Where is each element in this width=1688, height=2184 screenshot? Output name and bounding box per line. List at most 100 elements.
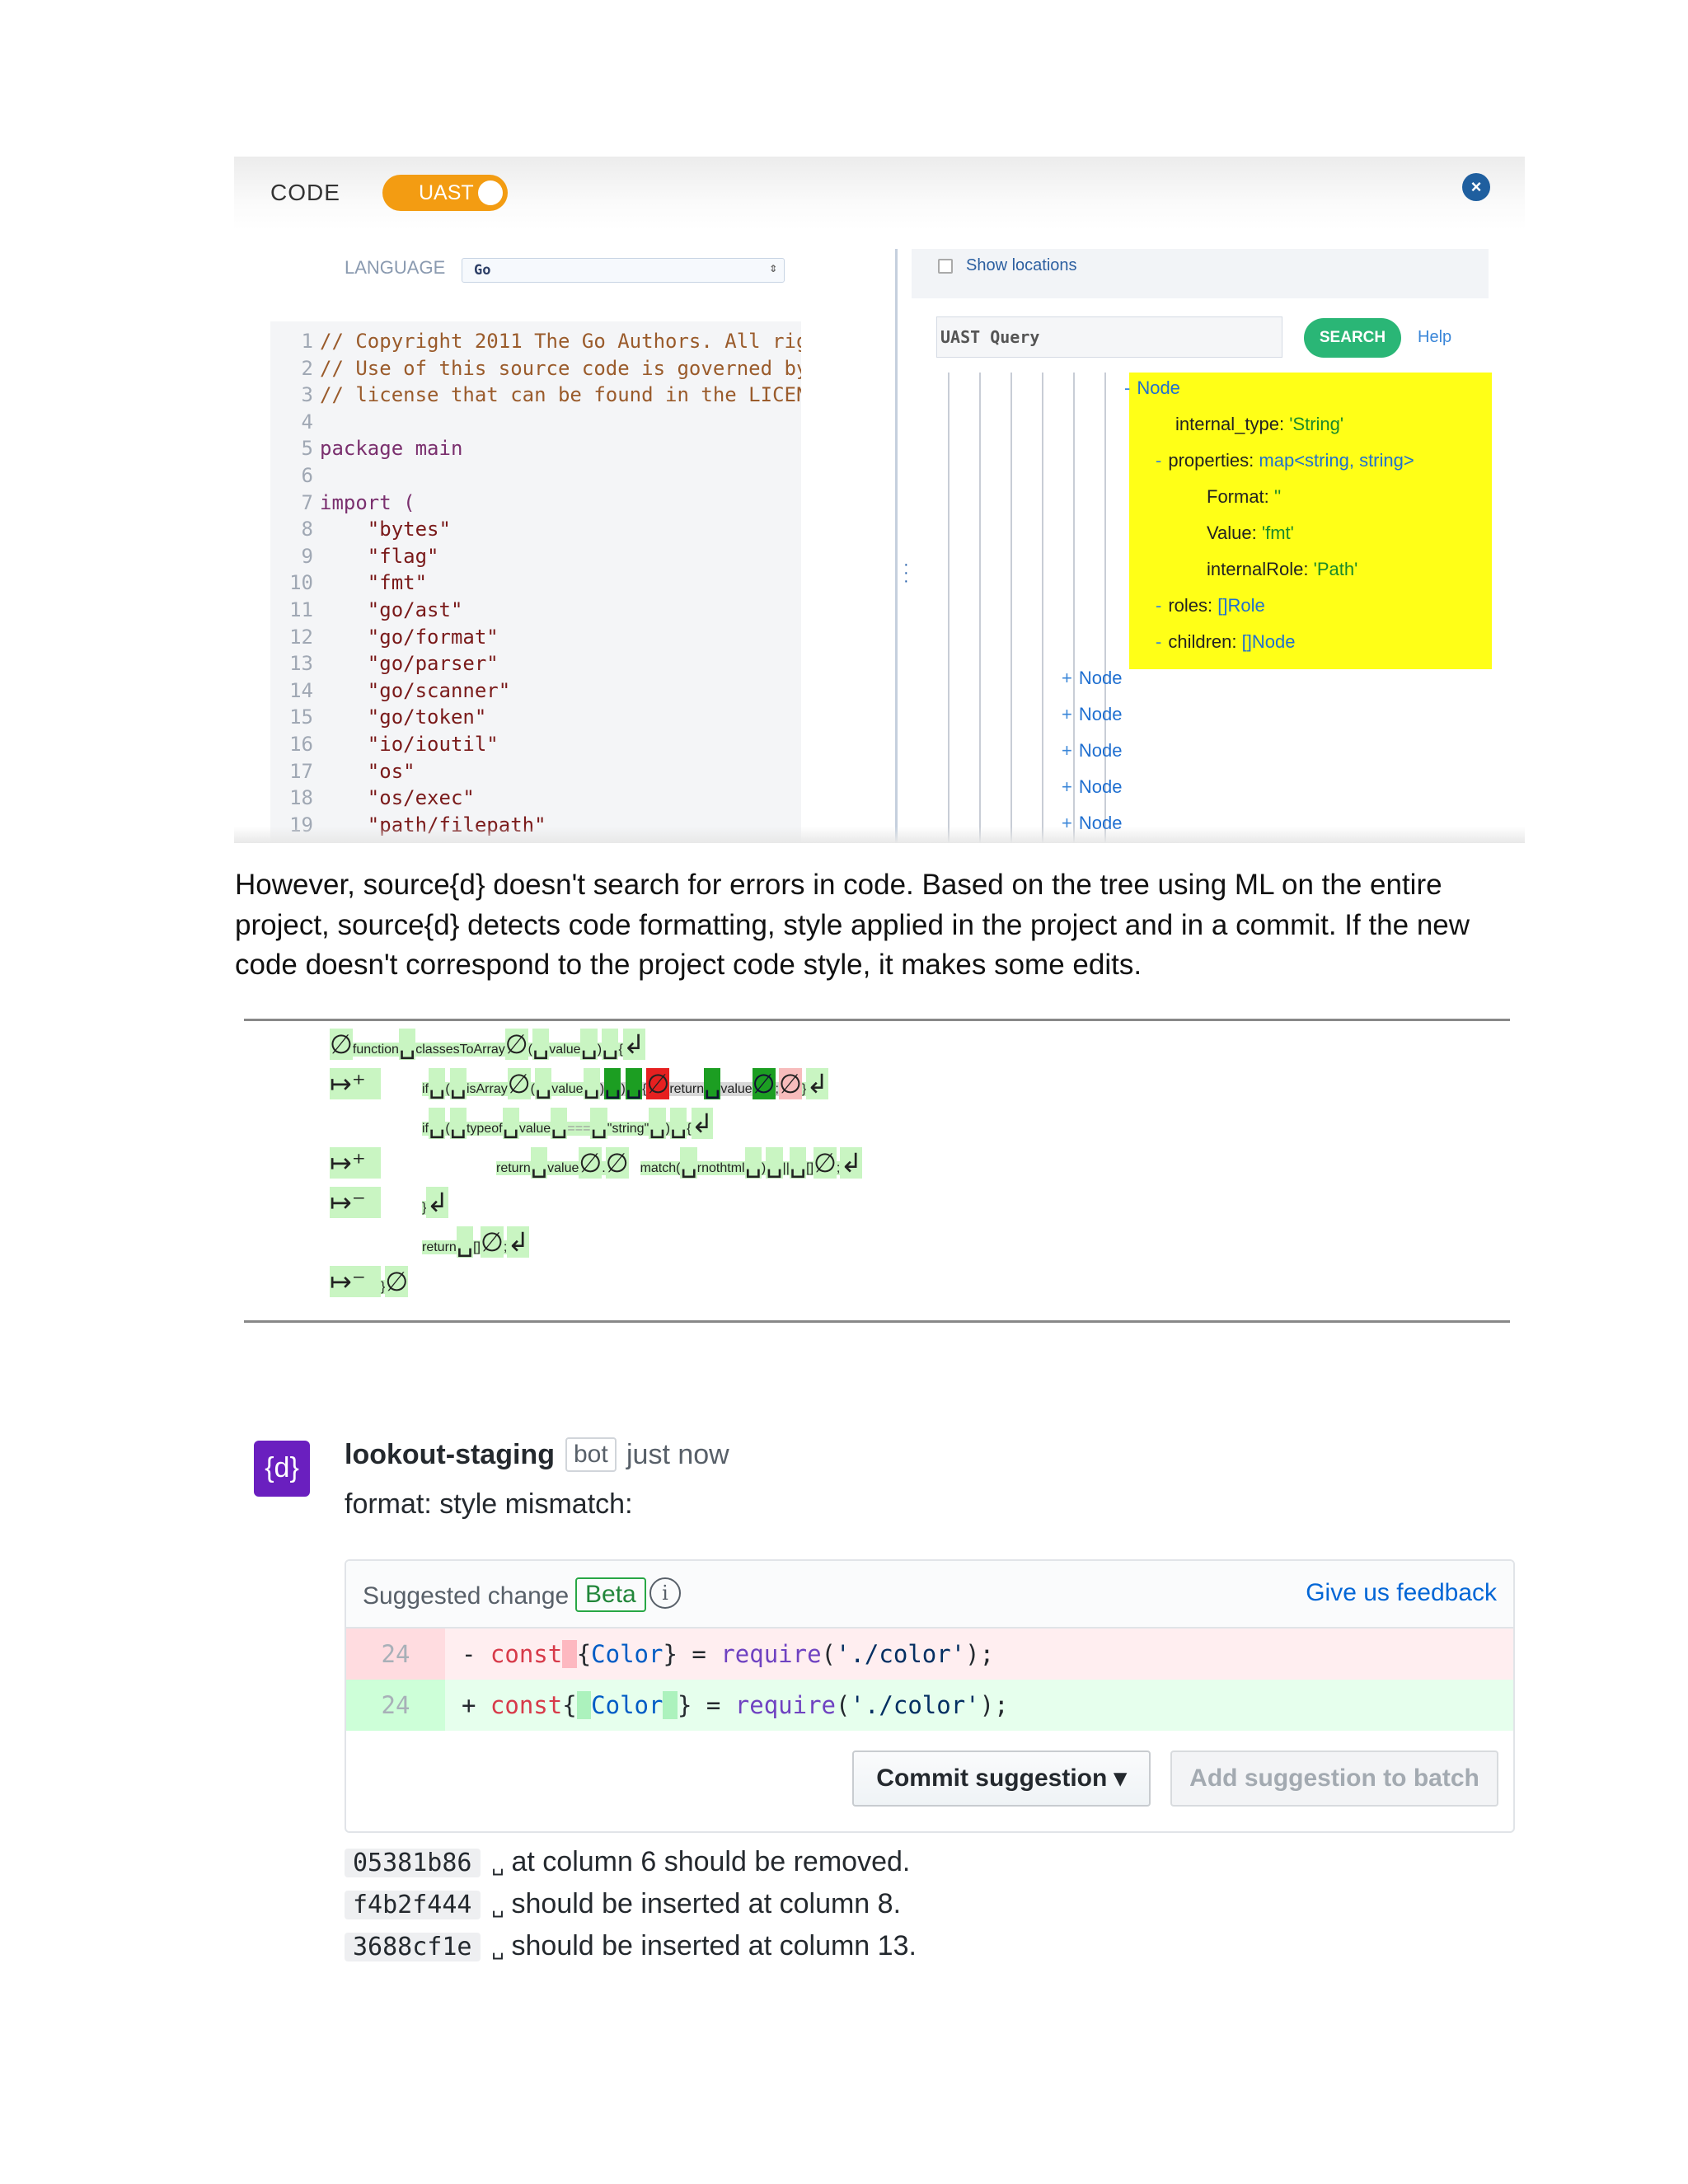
code-line: 13 "go/parser" <box>270 652 499 679</box>
commit-suggestion-button[interactable]: Commit suggestion ▾ <box>852 1750 1151 1807</box>
select-arrows-icon: ⇕ <box>769 260 777 275</box>
code-line: 3 // license that can be found in the LIC… <box>270 383 801 410</box>
drag-handle-icon[interactable]: · · · <box>903 556 909 590</box>
uast-viewer-screenshot: CODE UAST × LANGUAGE Go ⇕ 1 // Copyright … <box>234 157 1525 843</box>
screenshot-fade <box>234 827 1525 843</box>
code-line: 11 "go/ast" <box>270 598 462 626</box>
added-code: + const{ Color } = require('./color'); <box>462 1691 1009 1719</box>
show-locations-checkbox[interactable] <box>938 259 953 274</box>
code-text: // Copyright 2011 The Go Authors. All ri… <box>320 330 801 353</box>
tree-node-collapsed[interactable]: + Node <box>1062 776 1122 798</box>
language-value: Go <box>474 262 491 279</box>
code-text: package main <box>320 437 463 461</box>
tree-prop-children[interactable]: - children: []Node <box>1156 631 1295 653</box>
diff-line-6: return␣[]∅;↲ <box>422 1226 530 1258</box>
space-symbol: ␣ <box>491 1853 504 1876</box>
tab-code[interactable]: CODE <box>270 180 340 206</box>
bot-badge: bot <box>565 1437 617 1472</box>
author-name[interactable]: lookout-staging <box>345 1439 555 1471</box>
tree-guide <box>1104 373 1106 843</box>
diff-line-4: ↦⁺ return␣value∅.∅ match(␣rnothtml␣)␣||␣[]… <box>330 1147 863 1179</box>
line-number: 9 <box>301 544 313 568</box>
code-editor[interactable]: 1 // Copyright 2011 The Go Authors. All r… <box>270 321 801 843</box>
line-number: 11 <box>289 598 313 621</box>
code-line: 12 "go/format" <box>270 626 499 653</box>
code-text: "io/ioutil" <box>320 733 499 756</box>
code-line: 14 "go/scanner" <box>270 679 510 706</box>
info-icon[interactable]: i <box>649 1577 681 1609</box>
code-line: 15 "go/token" <box>270 705 486 733</box>
line-number: 16 <box>289 733 313 756</box>
diff-added-line: 24 + const{ Color } = require('./color')… <box>346 1680 1513 1731</box>
diff-line-7: ↦⁻}∅ <box>330 1266 409 1297</box>
tree-prop-format: Format: '' <box>1207 486 1282 507</box>
code-text: // Use of this source code is governed b… <box>320 356 801 380</box>
line-number: 13 <box>289 652 313 676</box>
tree-guide <box>1010 373 1012 843</box>
tree-prop-internal-role: internalRole: 'Path' <box>1207 559 1358 579</box>
suggested-change-label: Suggested change <box>363 1582 570 1610</box>
tree-prop-roles[interactable]: - roles: []Role <box>1156 595 1265 616</box>
uast-toggle[interactable]: UAST <box>382 175 508 211</box>
code-line: 18 "os/exec" <box>270 786 475 813</box>
line-number: 4 <box>301 410 313 434</box>
bottom-rule <box>244 1320 1510 1323</box>
code-line: 17 "os" <box>270 760 415 787</box>
line-number: 12 <box>289 625 313 649</box>
tree-node-selected[interactable]: - Node <box>1124 377 1180 399</box>
annotation-line: 3688cf1e ␣ should be inserted at column 13… <box>345 1930 917 1966</box>
code-text: // license that can be found in the LICE… <box>320 383 801 407</box>
line-number: 17 <box>289 759 313 783</box>
line-number: 5 <box>301 437 313 461</box>
diff-line-1: ∅function␣classesToArray∅(␣value␣)␣{↲ <box>330 1029 645 1060</box>
code-text: "fmt" <box>320 571 428 595</box>
beta-badge: Beta <box>575 1577 646 1612</box>
give-feedback-link[interactable]: Give us feedback <box>1306 1579 1497 1607</box>
line-number: 3 <box>301 383 313 407</box>
tree-node-collapsed[interactable]: + Node <box>1062 704 1122 725</box>
code-text: "go/format" <box>320 625 499 649</box>
line-number: 24 <box>346 1629 445 1680</box>
pane-divider[interactable] <box>895 249 898 843</box>
language-select[interactable]: Go ⇕ <box>462 258 785 283</box>
tree-prop-internal-type: internal_type: 'String' <box>1175 414 1344 434</box>
code-text: "os/exec" <box>320 786 475 810</box>
commit-hash[interactable]: 05381b86 <box>345 1849 481 1877</box>
code-text: "bytes" <box>320 518 451 541</box>
uast-query-input[interactable]: UAST Query <box>936 316 1282 358</box>
timestamp[interactable]: just now <box>626 1439 729 1471</box>
diff-line-3: if␣(␣typeof␣value␣===␣"string"␣)␣{↲ <box>422 1108 714 1139</box>
line-number: 15 <box>289 705 313 729</box>
line-number: 2 <box>301 356 313 380</box>
commit-hash[interactable]: 3688cf1e <box>345 1933 481 1961</box>
line-number: 14 <box>289 678 313 702</box>
top-rule <box>244 1019 1510 1021</box>
avatar[interactable]: {d} <box>254 1441 310 1497</box>
code-line: 5 package main <box>270 437 463 464</box>
diff-line-5: ↦⁻}↲ <box>330 1187 449 1218</box>
code-text: "go/ast" <box>320 598 463 621</box>
annotation-line: 05381b86 ␣ at column 6 should be removed. <box>345 1846 910 1882</box>
annotation-text: should be inserted at column 13. <box>511 1930 917 1961</box>
suggested-change-card: Suggested change Beta i Give us feedback… <box>345 1559 1515 1833</box>
deleted-code: - const {Color} = require('./color'); <box>462 1640 995 1668</box>
code-text: "flag" <box>320 544 439 568</box>
format-diff-figure: ∅function␣classesToArray∅(␣value␣)␣{↲ ↦⁺… <box>244 1019 1510 1324</box>
help-link[interactable]: Help <box>1418 328 1451 347</box>
language-label: LANGUAGE <box>345 257 446 278</box>
close-icon[interactable]: × <box>1462 173 1490 201</box>
code-text: "go/token" <box>320 705 487 729</box>
tree-node-collapsed[interactable]: + Node <box>1062 668 1122 689</box>
code-line: 1 // Copyright 2011 The Go Authors. All r… <box>270 330 801 357</box>
tree-prop-properties[interactable]: - properties: map<string, string> <box>1156 450 1414 471</box>
search-button[interactable]: SEARCH <box>1304 318 1401 358</box>
code-line: 7 import ( <box>270 491 415 518</box>
add-to-batch-button[interactable]: Add suggestion to batch <box>1170 1750 1498 1807</box>
commit-hash[interactable]: f4b2f444 <box>345 1891 481 1919</box>
line-number: 8 <box>301 518 313 541</box>
tree-node-collapsed[interactable]: + Node <box>1062 740 1122 762</box>
show-locations-label[interactable]: Show locations <box>966 256 1077 275</box>
line-number: 7 <box>301 490 313 514</box>
code-text: import ( <box>320 490 415 514</box>
annotation-text: should be inserted at column 8. <box>511 1888 902 1919</box>
